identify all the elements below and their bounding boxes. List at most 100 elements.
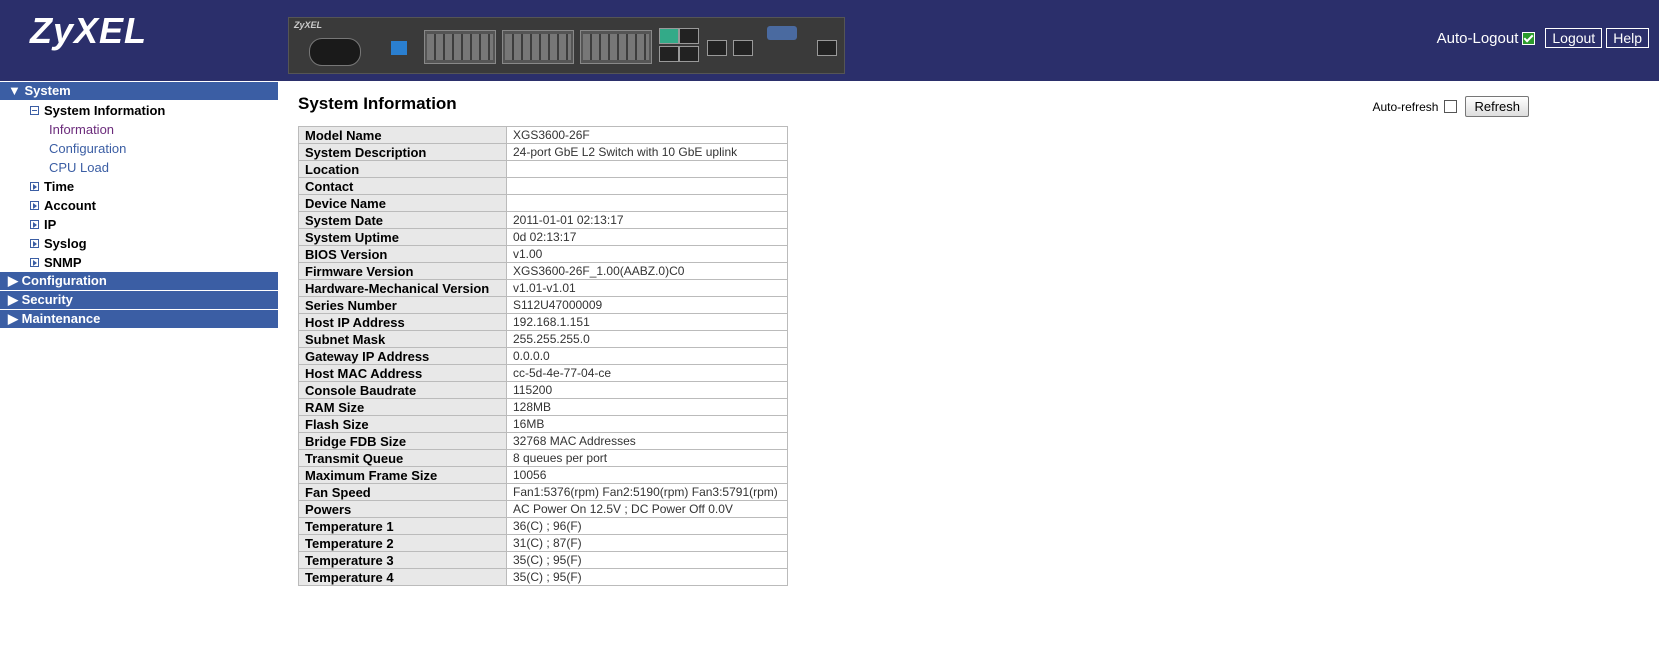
mgmt-port-icon: [817, 40, 837, 56]
row-label: Console Baudrate: [298, 381, 507, 399]
status-led-icon: [391, 41, 407, 55]
header-controls: Auto-Logout Logout Help: [1437, 28, 1649, 48]
row-value: 0.0.0.0: [506, 347, 788, 365]
table-row: Flash Size 16MB: [298, 415, 788, 433]
menu-item-label: System Information: [44, 103, 166, 118]
row-value: 16MB: [506, 415, 788, 433]
expand-icon: [30, 239, 39, 248]
console-port-icon: [767, 26, 797, 40]
uplink-port-icon: [659, 28, 679, 44]
table-row: Fan Speed Fan1:5376(rpm) Fan2:5190(rpm) F…: [298, 483, 788, 501]
expand-icon: [30, 201, 39, 210]
row-label: Temperature 2: [298, 534, 507, 552]
row-label: Series Number: [298, 296, 507, 314]
row-label: Subnet Mask: [298, 330, 507, 348]
row-value: 115200: [506, 381, 788, 399]
row-label: Transmit Queue: [298, 449, 507, 467]
auto-logout-checkbox[interactable]: [1522, 31, 1536, 45]
menu-leaf-information[interactable]: Information: [0, 120, 278, 139]
row-value: AC Power On 12.5V ; DC Power Off 0.0V: [506, 500, 788, 518]
row-label: Temperature 4: [298, 568, 507, 586]
sfp-port-icon: [707, 40, 727, 56]
expand-icon: [30, 182, 39, 191]
row-label: Firmware Version: [298, 262, 507, 280]
table-row: Temperature 2 31(C) ; 87(F): [298, 534, 788, 552]
menu-item-system-information[interactable]: System Information: [0, 101, 278, 120]
row-value: 0d 02:13:17: [506, 228, 788, 246]
row-label: Device Name: [298, 194, 507, 212]
row-label: Host MAC Address: [298, 364, 507, 382]
table-row: System Date 2011-01-01 02:13:17: [298, 211, 788, 229]
row-value: 192.168.1.151: [506, 313, 788, 331]
table-row: Maximum Frame Size 10056: [298, 466, 788, 484]
row-value: [506, 194, 788, 212]
table-row: Console Baudrate 115200: [298, 381, 788, 399]
row-label: Host IP Address: [298, 313, 507, 331]
menu-item-label: Account: [44, 198, 96, 213]
menu-section-configuration[interactable]: ▶ Configuration: [0, 272, 278, 290]
system-info-table: Model Name XGS3600-26F System Description 2…: [298, 126, 788, 586]
expand-icon: [30, 258, 39, 267]
row-value: 24-port GbE L2 Switch with 10 GbE uplink: [506, 143, 788, 161]
refresh-controls: Auto-refresh Refresh: [1372, 96, 1529, 117]
row-value: 35(C) ; 95(F): [506, 568, 788, 586]
table-row: Transmit Queue 8 queues per port: [298, 449, 788, 467]
table-row: Temperature 3 35(C) ; 95(F): [298, 551, 788, 569]
menu-item-label: Syslog: [44, 236, 87, 251]
row-value: 36(C) ; 96(F): [506, 517, 788, 535]
menu-section-maintenance[interactable]: ▶ Maintenance: [0, 310, 278, 328]
refresh-button[interactable]: Refresh: [1465, 96, 1529, 117]
row-value: v1.00: [506, 245, 788, 263]
menu-item-time[interactable]: Time: [0, 177, 278, 196]
row-label: Maximum Frame Size: [298, 466, 507, 484]
logout-button[interactable]: Logout: [1545, 28, 1603, 48]
row-value: [506, 160, 788, 178]
row-label: Flash Size: [298, 415, 507, 433]
row-label: Bridge FDB Size: [298, 432, 507, 450]
menu-item-snmp[interactable]: SNMP: [0, 253, 278, 272]
port-group-icon: [580, 30, 652, 64]
row-value: 255.255.255.0: [506, 330, 788, 348]
menu-item-syslog[interactable]: Syslog: [0, 234, 278, 253]
menu-item-label: IP: [44, 217, 57, 232]
menu-leaf-configuration[interactable]: Configuration: [0, 139, 278, 158]
row-label: Temperature 3: [298, 551, 507, 569]
row-value: XGS3600-26F_1.00(AABZ.0)C0: [506, 262, 788, 280]
table-row: BIOS Version v1.00: [298, 245, 788, 263]
table-row: Firmware Version XGS3600-26F_1.00(AABZ.0)…: [298, 262, 788, 280]
expand-icon: [30, 220, 39, 229]
row-label: BIOS Version: [298, 245, 507, 263]
table-row: Gateway IP Address 0.0.0.0: [298, 347, 788, 365]
row-value: 31(C) ; 87(F): [506, 534, 788, 552]
auto-refresh-label: Auto-refresh: [1372, 99, 1439, 114]
table-row: Powers AC Power On 12.5V ; DC Power Off 0…: [298, 500, 788, 518]
menu-item-ip[interactable]: IP: [0, 215, 278, 234]
device-brand-label: ZyXEL: [294, 20, 323, 30]
power-socket-icon: [309, 38, 361, 66]
row-label: Location: [298, 160, 507, 178]
row-label: System Description: [298, 143, 507, 161]
menu-item-label: SNMP: [44, 255, 82, 270]
row-label: Contact: [298, 177, 507, 195]
uplink-port-icon: [659, 46, 679, 62]
menu-item-account[interactable]: Account: [0, 196, 278, 215]
menu-section-system[interactable]: ▼ System: [0, 82, 278, 100]
row-label: RAM Size: [298, 398, 507, 416]
table-row: Subnet Mask 255.255.255.0: [298, 330, 788, 348]
row-label: Hardware-Mechanical Version: [298, 279, 507, 297]
row-value: 10056: [506, 466, 788, 484]
row-value: 35(C) ; 95(F): [506, 551, 788, 569]
help-button[interactable]: Help: [1606, 28, 1649, 48]
row-value: Fan1:5376(rpm) Fan2:5190(rpm) Fan3:5791(…: [506, 483, 788, 501]
menu-leaf-cpu-load[interactable]: CPU Load: [0, 158, 278, 177]
header-bar: ZyXEL ZyXEL Auto-Logout Logout Help: [0, 0, 1659, 83]
row-label: Powers: [298, 500, 507, 518]
sidebar-menu: ▼ System System Information Information …: [0, 82, 278, 329]
auto-refresh-checkbox[interactable]: [1444, 100, 1458, 113]
menu-section-security[interactable]: ▶ Security: [0, 291, 278, 309]
row-value: 32768 MAC Addresses: [506, 432, 788, 450]
port-group-icon: [424, 30, 496, 64]
row-value: 8 queues per port: [506, 449, 788, 467]
device-panel-image: ZyXEL: [288, 17, 845, 74]
table-row: Temperature 1 36(C) ; 96(F): [298, 517, 788, 535]
